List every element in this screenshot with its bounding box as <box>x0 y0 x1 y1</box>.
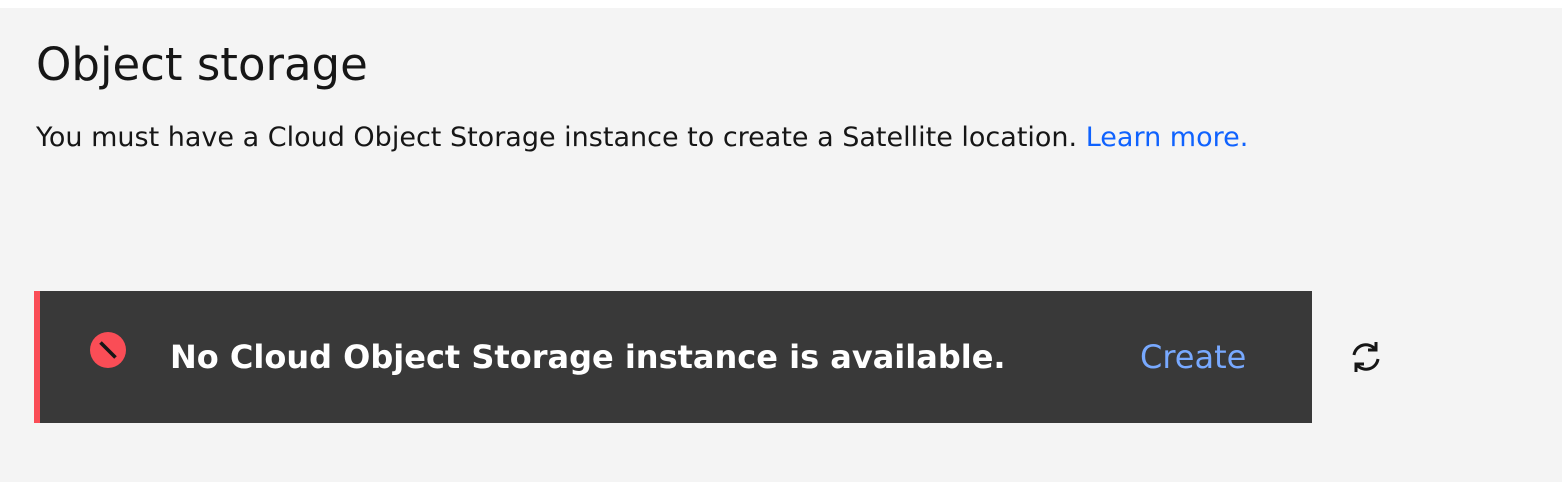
object-storage-panel: Object storage You must have a Cloud Obj… <box>0 8 1562 482</box>
learn-more-link[interactable]: Learn more. <box>1086 122 1249 153</box>
create-link[interactable]: Create <box>1140 337 1246 377</box>
section-description: You must have a Cloud Object Storage ins… <box>36 122 1248 154</box>
refresh-icon <box>1340 338 1392 376</box>
error-notification: No Cloud Object Storage instance is avai… <box>34 291 1312 423</box>
notification-message: No Cloud Object Storage instance is avai… <box>170 338 1006 376</box>
description-text: You must have a Cloud Object Storage ins… <box>36 122 1078 153</box>
refresh-button[interactable] <box>1340 331 1392 383</box>
error-icon <box>89 331 127 369</box>
page-title: Object storage <box>36 38 368 91</box>
